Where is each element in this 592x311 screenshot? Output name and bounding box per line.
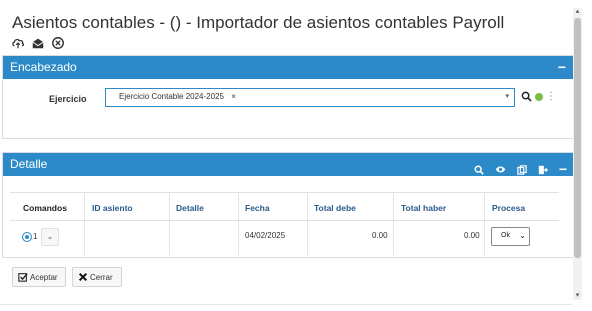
chevron-down-icon: ⌄ (519, 231, 526, 240)
scroll-down-icon[interactable]: ▾ (573, 292, 582, 300)
row-menu-button[interactable]: ⌄ (41, 228, 59, 246)
detalle-toolbar: − (474, 158, 567, 181)
detalle-title: Detalle (10, 157, 48, 171)
close-circle-icon[interactable] (51, 36, 65, 50)
procesa-select[interactable]: Ok ⌄ (491, 227, 530, 246)
aceptar-button[interactable]: Aceptar (12, 267, 66, 287)
ejercicio-select[interactable]: Ejercicio Contable 2024-2025 × ▾ (105, 88, 515, 107)
export-icon[interactable] (538, 165, 548, 175)
status-dot-icon (535, 92, 543, 101)
scroll-up-icon[interactable]: ▴ (573, 8, 582, 16)
ejercicio-label: Ejercicio (49, 94, 87, 104)
kebab-menu-icon[interactable]: ⋮ (546, 91, 556, 102)
row-select-radio[interactable] (22, 232, 32, 242)
app-window: Asientos contables - () - Importador de … (0, 0, 575, 311)
footer-divider (0, 304, 572, 305)
encabezado-title: Encabezado (10, 60, 77, 74)
cerrar-label: Cerrar (90, 272, 113, 282)
title-toolbar (11, 36, 65, 50)
column-header[interactable]: Detalle (176, 203, 204, 213)
detalle-header: Detalle − (3, 153, 574, 177)
search-icon[interactable] (521, 91, 532, 102)
column-header[interactable]: Total haber (401, 203, 446, 213)
chevron-down-icon[interactable]: ▾ (505, 92, 509, 100)
search-icon[interactable] (474, 165, 484, 175)
envelope-open-icon[interactable] (31, 36, 45, 50)
column-header[interactable]: Fecha (245, 203, 270, 213)
cell-fecha: 04/02/2025 (245, 231, 286, 240)
cerrar-button[interactable]: Cerrar (72, 267, 122, 287)
detalle-collapse-button[interactable]: − (559, 158, 567, 181)
ejercicio-clear-button[interactable]: × (231, 92, 236, 101)
ejercicio-value: Ejercicio Contable 2024-2025 (119, 92, 224, 101)
column-header[interactable]: Total debe (314, 203, 356, 213)
table-top-border (10, 192, 559, 193)
header-separator (10, 220, 559, 221)
scrollbar-thumb[interactable] (574, 18, 581, 258)
column-header[interactable]: Comandos (23, 203, 67, 213)
column-header[interactable]: ID asiento (92, 203, 133, 213)
column-header[interactable]: Procesa (492, 203, 525, 213)
vertical-scrollbar[interactable]: ▴ ▾ (573, 8, 582, 300)
table-header: Comandos ID asiento Detalle Fecha Total … (10, 199, 559, 219)
cell-total-haber: 0.00 (464, 231, 480, 240)
cell-total-debe: 0.00 (372, 231, 388, 240)
close-icon (78, 272, 88, 282)
procesa-value: Ok (501, 232, 510, 239)
page-title: Asientos contables - () - Importador de … (12, 13, 505, 32)
eye-icon[interactable] (495, 165, 506, 174)
encabezado-header: Encabezado − (3, 56, 574, 79)
cloud-upload-icon[interactable] (11, 36, 25, 50)
row-number: 1 (33, 232, 38, 241)
copy-icon[interactable] (517, 164, 527, 175)
encabezado-collapse-button[interactable]: − (558, 56, 566, 79)
aceptar-label: Aceptar (30, 272, 58, 282)
check-square-icon (18, 273, 28, 282)
ejercicio-tools: ⋮ (521, 91, 556, 102)
